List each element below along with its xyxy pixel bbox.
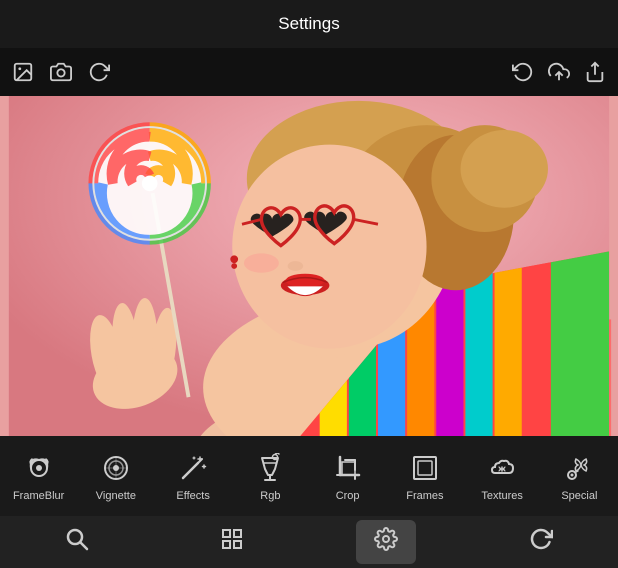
gallery-icon[interactable] <box>12 61 34 83</box>
crop-icon <box>330 450 366 486</box>
photo-canvas <box>0 96 618 436</box>
special-icon <box>561 450 597 486</box>
crop-tool[interactable]: Crop <box>318 450 378 502</box>
frameblur-icon <box>21 450 57 486</box>
nav-grid[interactable] <box>202 520 262 564</box>
upload-icon[interactable] <box>548 61 570 83</box>
frameblur-tool[interactable]: FrameBlur <box>9 450 69 502</box>
nav-settings[interactable] <box>356 520 416 564</box>
rotate-icon[interactable] <box>512 61 534 83</box>
frameblur-label: FrameBlur <box>13 490 64 502</box>
effects-icon <box>175 450 211 486</box>
reload-icon <box>529 527 553 557</box>
frames-icon <box>407 450 443 486</box>
rgb-label: Rgb <box>260 490 280 502</box>
nav-search[interactable] <box>47 520 107 564</box>
textures-icon <box>484 450 520 486</box>
camera-icon[interactable] <box>50 61 72 83</box>
crop-label: Crop <box>336 490 360 502</box>
textures-tool[interactable]: Textures <box>472 450 532 502</box>
page-title: Settings <box>278 14 339 34</box>
top-bar: Settings <box>0 0 618 48</box>
share-icon[interactable] <box>584 61 606 83</box>
frames-label: Frames <box>406 490 443 502</box>
effects-label: Effects <box>176 490 209 502</box>
image-area <box>0 96 618 436</box>
vignette-tool[interactable]: Vignette <box>86 450 146 502</box>
special-tool[interactable]: Special <box>549 450 609 502</box>
textures-label: Textures <box>481 490 523 502</box>
vignette-icon <box>98 450 134 486</box>
toolbar-right <box>512 61 606 83</box>
search-icon <box>65 527 89 557</box>
rgb-icon <box>252 450 288 486</box>
bottom-nav <box>0 516 618 568</box>
grid-icon <box>220 527 244 557</box>
toolbar <box>0 48 618 96</box>
rgb-tool[interactable]: Rgb <box>240 450 300 502</box>
settings-icon <box>374 527 398 557</box>
special-label: Special <box>561 490 597 502</box>
effects-tool[interactable]: Effects <box>163 450 223 502</box>
bottom-tools: FrameBlur Vignette <box>0 436 618 516</box>
toolbar-left <box>12 61 512 83</box>
nav-reload[interactable] <box>511 520 571 564</box>
frames-tool[interactable]: Frames <box>395 450 455 502</box>
refresh-icon[interactable] <box>88 61 110 83</box>
vignette-label: Vignette <box>96 490 136 502</box>
